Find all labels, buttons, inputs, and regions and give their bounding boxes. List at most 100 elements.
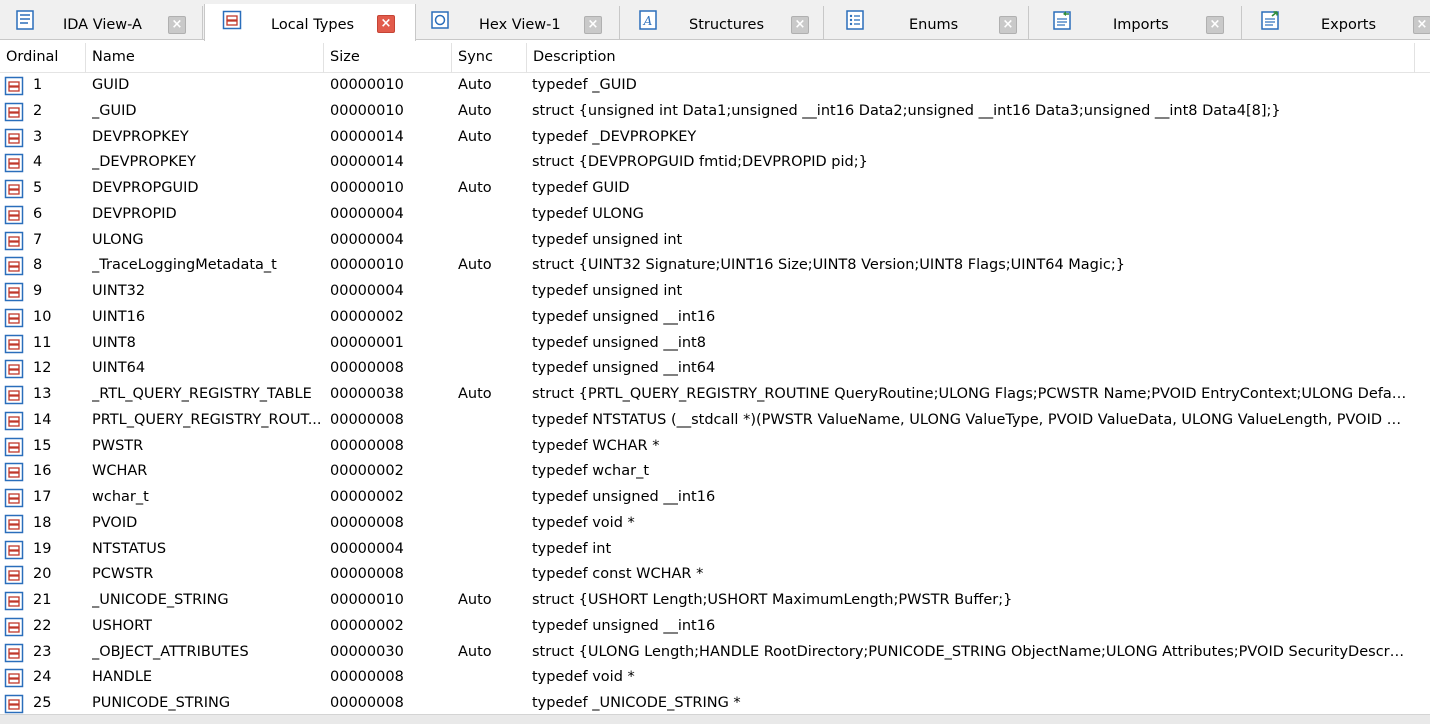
cell-description: typedef unsigned __int16: [532, 617, 716, 634]
table-row[interactable]: 13 _RTL_QUERY_REGISTRY_TABLE 00000038 Auto s…: [0, 382, 1430, 408]
table-row[interactable]: 8 _TraceLoggingMetadata_t 00000010 Auto stru…: [0, 253, 1430, 279]
cell-sync: [458, 537, 524, 563]
cell-description: typedef ULONG: [532, 205, 644, 222]
cell-description: typedef unsigned __int16: [532, 489, 716, 505]
cell-sync: [458, 511, 524, 537]
cell-name: ULONG: [92, 231, 144, 248]
cell-size: 00000014: [330, 154, 404, 171]
tab-hex-view-1[interactable]: Hex View-1 ×: [417, 6, 620, 40]
tab-ida-view-a[interactable]: IDA View-A ×: [0, 6, 203, 40]
tab-label: Exports: [1321, 17, 1377, 33]
table-row[interactable]: 12 UINT64 00000008 typedef unsigned __int64: [0, 356, 1430, 382]
table-row[interactable]: 5 DEVPROPGUID 00000010 Auto typedef GUID: [0, 176, 1430, 202]
cell-size: 00000010: [330, 257, 404, 274]
local-type-icon: [4, 256, 24, 276]
cell-size: 00000010: [330, 77, 404, 93]
table-row[interactable]: 1 GUID 00000010 Auto typedef _GUID: [0, 73, 1430, 99]
cell-sync: [458, 434, 524, 460]
cell-name: _GUID: [92, 102, 137, 119]
cell-name: UINT8: [92, 334, 136, 351]
close-icon[interactable]: ×: [1206, 16, 1224, 34]
local-types-icon: [222, 10, 242, 30]
cell-description: typedef WCHAR *: [532, 437, 660, 454]
close-icon[interactable]: ×: [1413, 16, 1430, 34]
cell-description: typedef unsigned int: [532, 283, 683, 299]
cell-description: typedef unsigned __int64: [532, 360, 716, 377]
table-row[interactable]: 14 PRTL_QUERY_REGISTRY_ROUT... 00000008 typ…: [0, 408, 1430, 434]
table-row[interactable]: 4 _DEVPROPKEY 00000014 struct {DEVPROPGUID …: [0, 150, 1430, 176]
tab-structures[interactable]: A Structures ×: [621, 6, 824, 40]
cell-ordinal: 16: [33, 463, 52, 480]
cell-sync: [458, 305, 524, 331]
close-icon[interactable]: ×: [584, 16, 602, 34]
local-type-icon: [4, 385, 24, 405]
cell-sync: Auto: [458, 643, 492, 660]
tab-label: IDA View-A: [63, 17, 142, 33]
tab-label: Enums: [909, 17, 959, 33]
cell-sync: [458, 485, 524, 511]
local-type-icon: [4, 153, 24, 173]
tab-imports[interactable]: Imports ×: [1030, 6, 1242, 40]
close-icon[interactable]: ×: [377, 15, 395, 33]
table-row[interactable]: 7 ULONG 00000004 typedef unsigned int: [0, 228, 1430, 254]
cell-description: typedef NTSTATUS (__stdcall *)(PWSTR Val…: [532, 411, 1408, 428]
cell-ordinal: 9: [33, 283, 43, 299]
table-row[interactable]: 16 WCHAR 00000002 typedef wchar_t: [0, 459, 1430, 485]
cell-name: USHORT: [92, 617, 153, 634]
table-row[interactable]: 25 PUNICODE_STRING 00000008 typedef _UNICOD…: [0, 691, 1430, 717]
column-header-name[interactable]: Name: [86, 43, 324, 73]
column-header-description[interactable]: Description: [527, 43, 1415, 73]
table-row[interactable]: 3 DEVPROPKEY 00000014 Auto typedef _DEVPROPK…: [0, 125, 1430, 151]
cell-name: _OBJECT_ATTRIBUTES: [92, 643, 249, 660]
table-row[interactable]: 20 PCWSTR 00000008 typedef const WCHAR *: [0, 562, 1430, 588]
cell-description: typedef wchar_t: [532, 463, 650, 480]
cell-size: 00000002: [330, 308, 404, 325]
column-header-size[interactable]: Size: [324, 43, 452, 73]
cell-ordinal: 3: [33, 128, 43, 145]
tab-label: Hex View-1: [479, 17, 561, 33]
cell-ordinal: 14: [33, 411, 52, 428]
cell-ordinal: 11: [33, 334, 52, 351]
cell-ordinal: 21: [33, 592, 52, 608]
table-row[interactable]: 2 _GUID 00000010 Auto struct {unsigned int D…: [0, 99, 1430, 125]
table-row[interactable]: 10 UINT16 00000002 typedef unsigned __int16: [0, 305, 1430, 331]
local-type-icon: [4, 308, 24, 328]
cell-size: 00000008: [330, 411, 404, 428]
table-row[interactable]: 24 HANDLE 00000008 typedef void *: [0, 665, 1430, 691]
table-row[interactable]: 15 PWSTR 00000008 typedef WCHAR *: [0, 434, 1430, 460]
local-type-icon: [4, 514, 24, 534]
table-row[interactable]: 23 _OBJECT_ATTRIBUTES 00000030 Auto struct {…: [0, 640, 1430, 666]
local-type-icon: [4, 179, 24, 199]
local-type-icon: [4, 462, 24, 482]
table-row[interactable]: 18 PVOID 00000008 typedef void *: [0, 511, 1430, 537]
column-header-ordinal[interactable]: Ordinal: [0, 43, 86, 73]
tab-exports[interactable]: Exports ×: [1243, 6, 1430, 40]
local-type-icon: [4, 694, 24, 714]
table-row[interactable]: 22 USHORT 00000002 typedef unsigned __int16: [0, 614, 1430, 640]
cell-ordinal: 7: [33, 231, 43, 248]
cell-sync: Auto: [458, 257, 492, 274]
cell-ordinal: 6: [33, 205, 43, 222]
close-icon[interactable]: ×: [791, 16, 809, 34]
table-row[interactable]: 9 UINT32 00000004 typedef unsigned int: [0, 279, 1430, 305]
cell-size: 00000004: [330, 231, 404, 248]
cell-name: PUNICODE_STRING: [92, 695, 231, 711]
column-header-sync[interactable]: Sync: [452, 43, 527, 73]
close-icon[interactable]: ×: [168, 16, 186, 34]
cell-name: NTSTATUS: [92, 540, 167, 557]
cell-size: 00000001: [330, 334, 404, 351]
table-row[interactable]: 6 DEVPROPID 00000004 typedef ULONG: [0, 202, 1430, 228]
cell-ordinal: 20: [33, 566, 52, 583]
table-header: Ordinal Name Size Sync Description: [0, 43, 1430, 73]
table-row[interactable]: 11 UINT8 00000001 typedef unsigned __int8: [0, 331, 1430, 357]
cell-sync: Auto: [458, 102, 492, 119]
table-row[interactable]: 17 wchar_t 00000002 typedef unsigned __int1…: [0, 485, 1430, 511]
cell-sync: [458, 614, 524, 640]
close-icon[interactable]: ×: [999, 16, 1017, 34]
enums-icon: [845, 10, 865, 30]
table-row[interactable]: 19 NTSTATUS 00000004 typedef int: [0, 537, 1430, 563]
tab-local-types[interactable]: Local Types ×: [204, 4, 416, 41]
tab-enums[interactable]: Enums ×: [825, 6, 1029, 40]
tab-label: Local Types: [271, 17, 355, 33]
table-row[interactable]: 21 _UNICODE_STRING 00000010 Auto struct {USH…: [0, 588, 1430, 614]
